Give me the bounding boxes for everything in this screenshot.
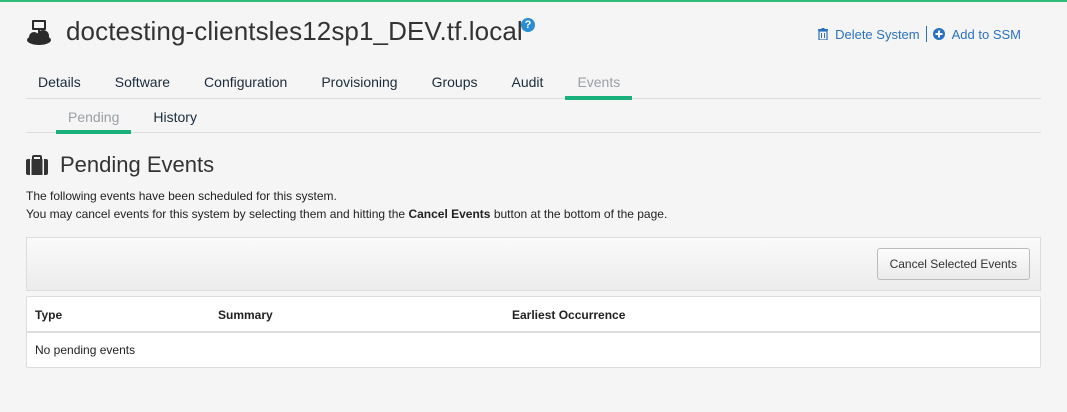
header-actions: Delete System Add to SSM (818, 26, 1021, 42)
plus-circle-icon (932, 28, 945, 40)
column-header-summary[interactable]: Summary (218, 308, 273, 322)
help-icon[interactable]: ? (521, 18, 535, 32)
description-line-1: The following events have been scheduled… (26, 189, 337, 203)
page-title: doctesting-clientsles12sp1_DEV.tf.local (66, 16, 523, 46)
briefcase-icon (26, 155, 48, 175)
description-text-end: button at the bottom of the page. (490, 207, 668, 221)
section-description: The following events have been scheduled… (26, 187, 667, 223)
events-toolbar: Cancel Selected Events (26, 237, 1041, 291)
add-to-ssm-link[interactable]: Add to SSM (932, 26, 1021, 42)
tab-groups[interactable]: Groups (420, 66, 490, 99)
subtab-history[interactable]: History (141, 100, 209, 133)
column-header-type[interactable]: Type (35, 308, 62, 322)
description-bold: Cancel Events (408, 207, 491, 221)
system-icon (27, 20, 51, 45)
page-header: doctesting-clientsles12sp1_DEV.tf.local … (26, 14, 1041, 54)
delete-system-label: Delete System (835, 26, 920, 42)
section-heading: Pending Events (26, 151, 214, 179)
tab-software[interactable]: Software (103, 66, 182, 99)
top-accent-line (0, 0, 1067, 2)
add-to-ssm-label: Add to SSM (951, 26, 1021, 42)
section-title: Pending Events (60, 152, 215, 177)
events-subtabs: Pending History (26, 100, 1041, 134)
system-tabs: Details Software Configuration Provision… (26, 66, 1041, 100)
tab-configuration[interactable]: Configuration (192, 66, 299, 99)
subtab-pending[interactable]: Pending (56, 100, 132, 134)
action-divider (925, 26, 927, 42)
delete-system-link[interactable]: Delete System (818, 27, 920, 42)
tab-audit[interactable]: Audit (500, 66, 556, 99)
description-text: You may cancel events for this system by… (26, 207, 409, 221)
tab-provisioning[interactable]: Provisioning (309, 66, 409, 99)
pending-events-table: Type Summary Earliest Occurrence No pend… (26, 296, 1041, 368)
tab-details[interactable]: Details (26, 66, 93, 99)
table-header: Type Summary Earliest Occurrence (27, 297, 1040, 333)
cancel-selected-events-button[interactable]: Cancel Selected Events (876, 248, 1030, 280)
description-line-2: You may cancel events for this system by… (26, 205, 667, 223)
tab-events[interactable]: Events (565, 66, 633, 100)
column-header-earliest-occurrence[interactable]: Earliest Occurrence (512, 308, 625, 322)
table-empty-row: No pending events (35, 343, 136, 357)
trash-icon (818, 28, 829, 40)
